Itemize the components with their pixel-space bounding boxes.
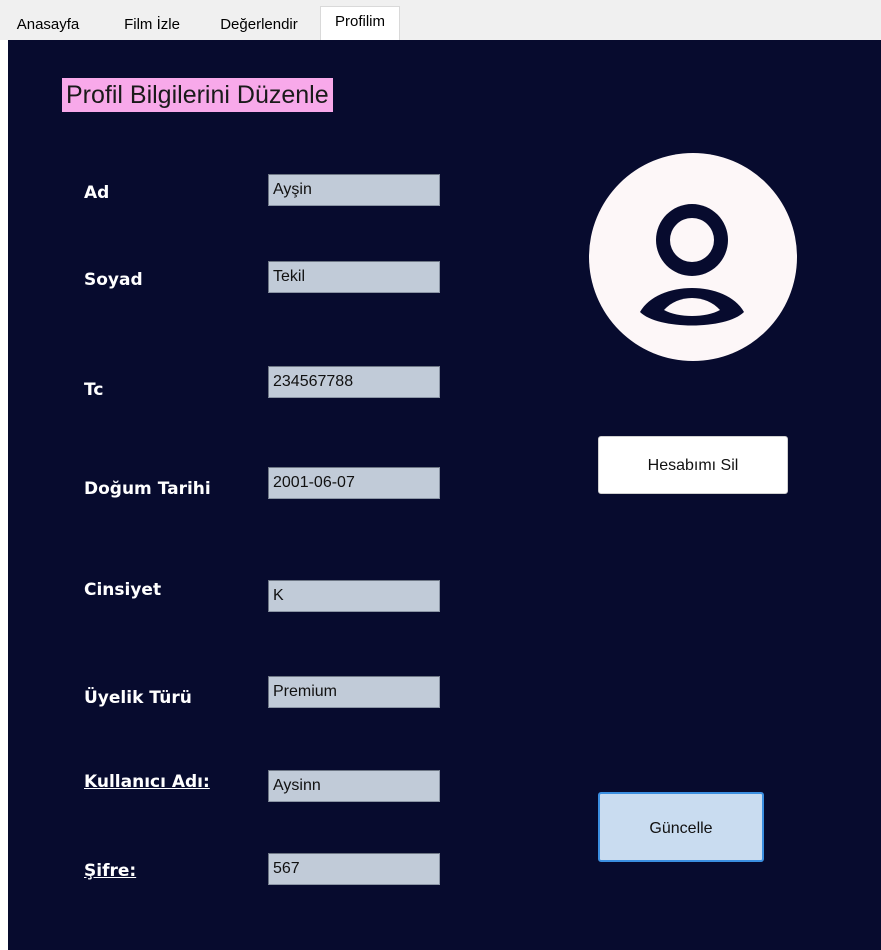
cinsiyet-input[interactable] (268, 580, 440, 612)
sifre-input[interactable] (268, 853, 440, 885)
label-ad: Ad (84, 183, 110, 203)
label-sifre[interactable]: Şifre: (84, 861, 136, 881)
kullanici-adi-input[interactable] (268, 770, 440, 802)
tab-anasayfa[interactable]: Anasayfa (2, 12, 94, 38)
update-button[interactable]: Güncelle (598, 792, 764, 862)
tab-film-izle[interactable]: Film İzle (112, 12, 192, 38)
label-dogum-tarihi: Doğum Tarihi (84, 479, 211, 499)
dogum-tarihi-input[interactable] (268, 467, 440, 499)
page-title: Profil Bilgilerini Düzenle (62, 78, 333, 112)
ad-input[interactable] (268, 174, 440, 206)
tab-degerlendir[interactable]: Değerlendir (200, 12, 318, 38)
uyelik-turu-input[interactable] (268, 676, 440, 708)
user-profile-icon (588, 152, 798, 362)
label-cinsiyet: Cinsiyet (84, 580, 162, 600)
label-tc: Tc (84, 380, 104, 400)
label-soyad: Soyad (84, 270, 143, 290)
tab-profilim[interactable]: Profilim (320, 6, 400, 41)
label-kullanici-adi[interactable]: Kullanıcı Adı: (84, 772, 210, 792)
label-uyelik-turu: Üyelik Türü (84, 688, 192, 708)
tab-bar: Anasayfa Film İzle Değerlendir Profilim (0, 0, 881, 41)
soyad-input[interactable] (268, 261, 440, 293)
delete-account-button[interactable]: Hesabımı Sil (598, 436, 788, 494)
tc-input[interactable] (268, 366, 440, 398)
